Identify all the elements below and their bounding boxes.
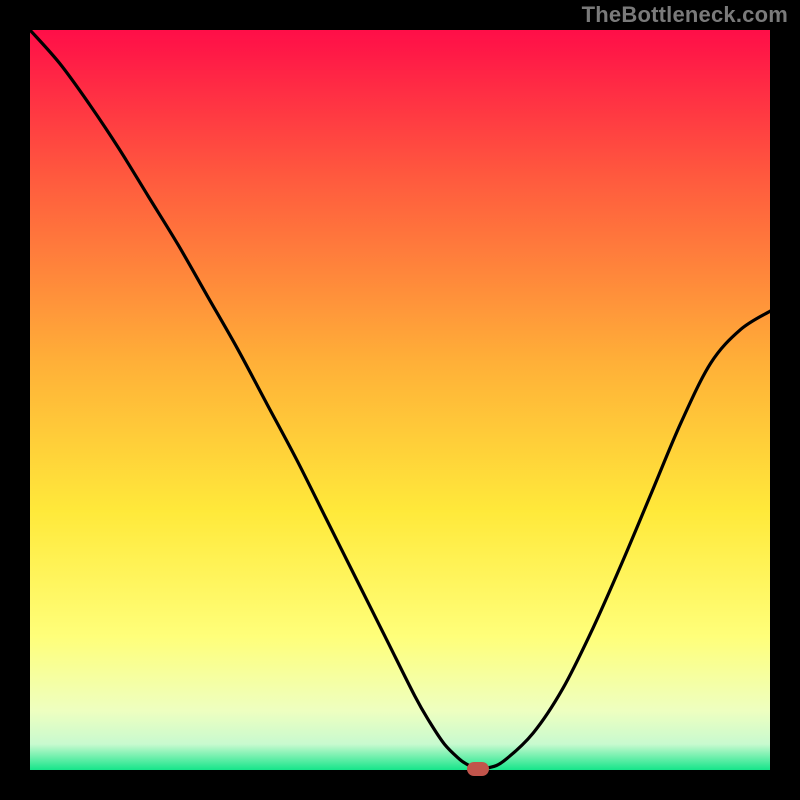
plot-area <box>30 30 770 770</box>
watermark-text: TheBottleneck.com <box>582 2 788 28</box>
gradient-background <box>30 30 770 770</box>
chart-frame: TheBottleneck.com <box>0 0 800 800</box>
optimum-marker <box>467 762 489 776</box>
plot-svg <box>30 30 770 770</box>
